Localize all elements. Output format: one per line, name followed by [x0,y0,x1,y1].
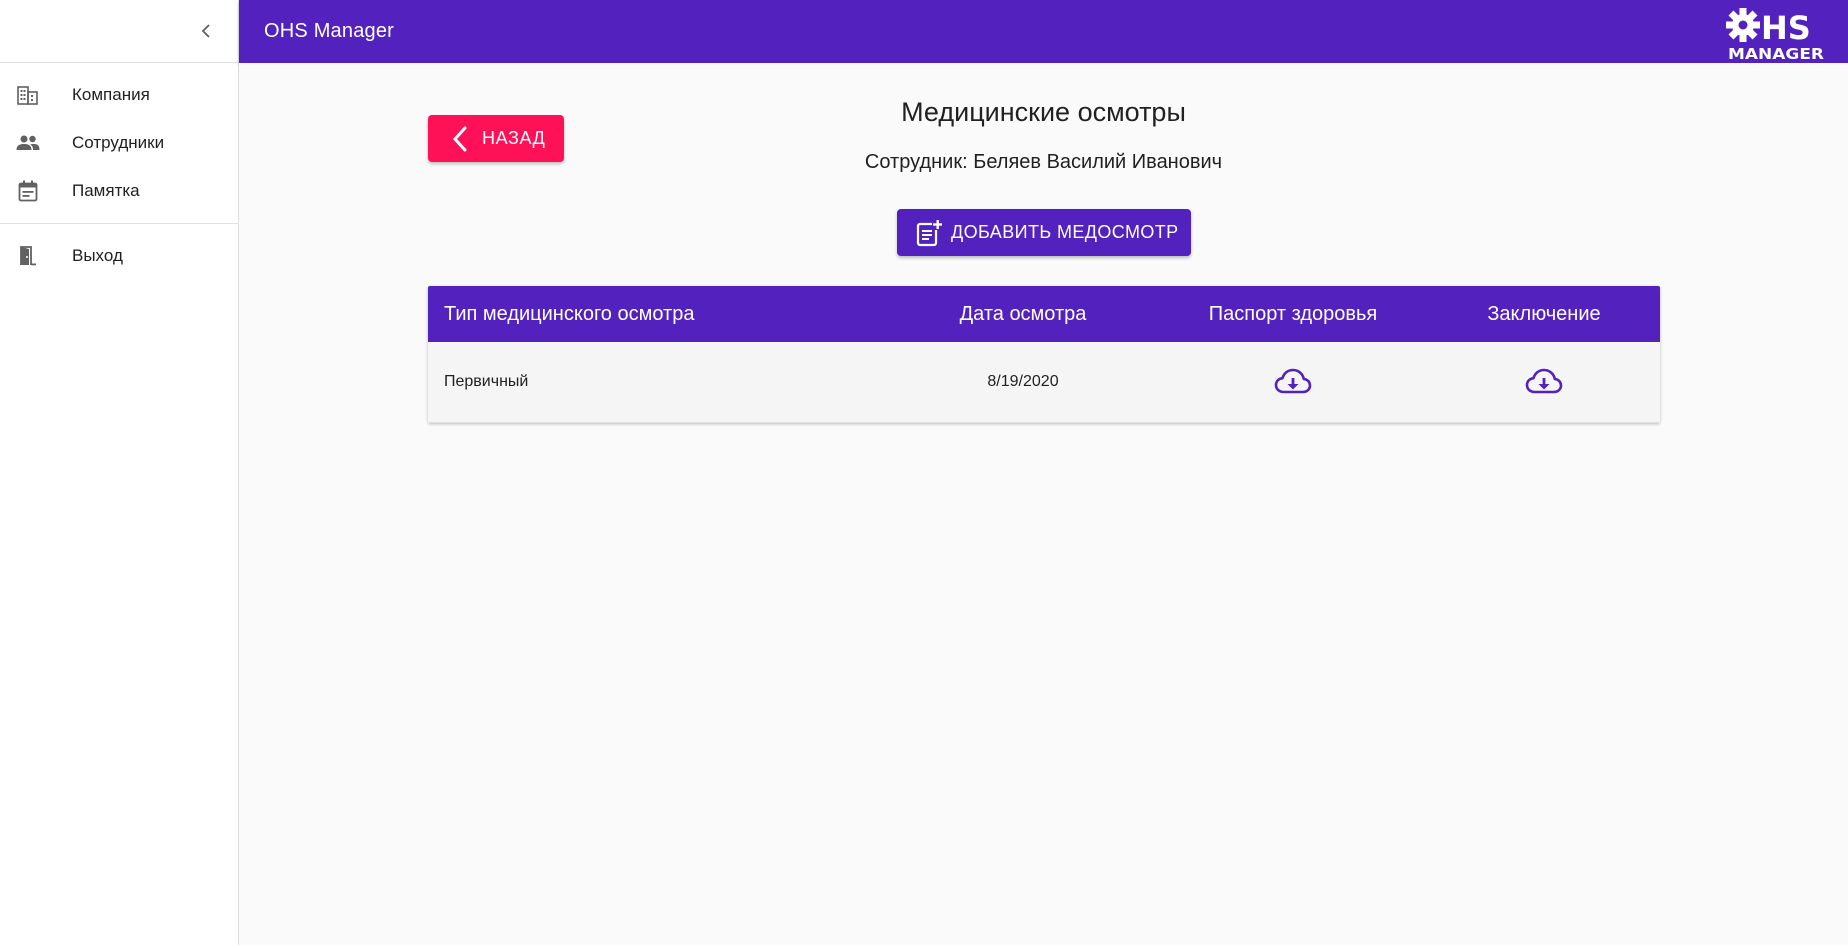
column-header-conclusion[interactable]: Заключение [1428,303,1660,326]
add-medical-exam-label: ДОБАВИТЬ МЕДОСМОТР [951,222,1179,242]
svg-text:MANAGER: MANAGER [1728,45,1825,62]
chevron-left-icon [201,24,210,38]
app-root: Компания Сотрудники Памятка Выход OHS Ma… [0,0,1848,948]
sidebar-item-label: Компания [72,85,150,104]
add-medical-exam-button[interactable]: ДОБАВИТЬ МЕДОСМОТР [897,209,1191,256]
cell-exam-date: 8/19/2020 [987,373,1059,390]
sidebar-item-company[interactable]: Компания [0,71,238,119]
table-row: Первичный 8/19/2020 [428,342,1660,423]
sidebar-item-memo[interactable]: Памятка [0,167,238,215]
people-icon [16,131,40,155]
page-title: Медицинские осмотры [901,97,1186,127]
sidebar-item-employees[interactable]: Сотрудники [0,119,238,167]
employee-subtitle: Сотрудник: Беляев Василий Иванович [864,151,1223,173]
column-header-exam-date[interactable]: Дата осмотра [888,303,1158,326]
cloud-download-icon[interactable] [1525,367,1563,397]
cell-conclusion [1428,367,1660,397]
svg-text:HS: HS [1761,9,1811,47]
door-exit-icon [16,244,40,268]
back-button-label: НАЗАД [482,128,546,148]
column-header-exam-type[interactable]: Тип медицинского осмотра [428,303,888,326]
sidebar-item-label: Сотрудники [72,133,165,152]
note-add-icon [916,218,943,246]
cell-health-passport [1158,367,1428,397]
sidebar-item-label: Выход [72,246,123,265]
main-content: НАЗАД Медицинские осмотры Сотрудник: Бел… [239,63,1848,945]
table-header: Тип медицинского осмотра Дата осмотра Па… [428,286,1660,342]
ohs-manager-logo: HS MANAGER [1726,6,1826,63]
cell-exam-type: Первичный [444,373,529,390]
medical-exams-table: Тип медицинского осмотра Дата осмотра Па… [428,286,1660,423]
sidebar-divider [0,223,238,224]
sidebar-nav: Компания Сотрудники Памятка Выход [0,63,238,280]
building-icon [16,83,40,107]
cloud-download-icon[interactable] [1274,367,1312,397]
collapse-sidebar-button[interactable] [192,17,220,45]
app-title: OHS Manager [264,20,395,42]
sidebar-header [0,0,238,63]
app-bar: OHS Manager HS MANAGER [239,0,1848,63]
sidebar-item-label: Памятка [72,181,140,200]
column-header-health-passport[interactable]: Паспорт здоровья [1158,303,1428,326]
sidebar-item-logout[interactable]: Выход [0,232,238,280]
sidebar: Компания Сотрудники Памятка Выход [0,0,239,945]
calendar-icon [16,179,40,203]
chevron-left-icon [452,126,467,151]
